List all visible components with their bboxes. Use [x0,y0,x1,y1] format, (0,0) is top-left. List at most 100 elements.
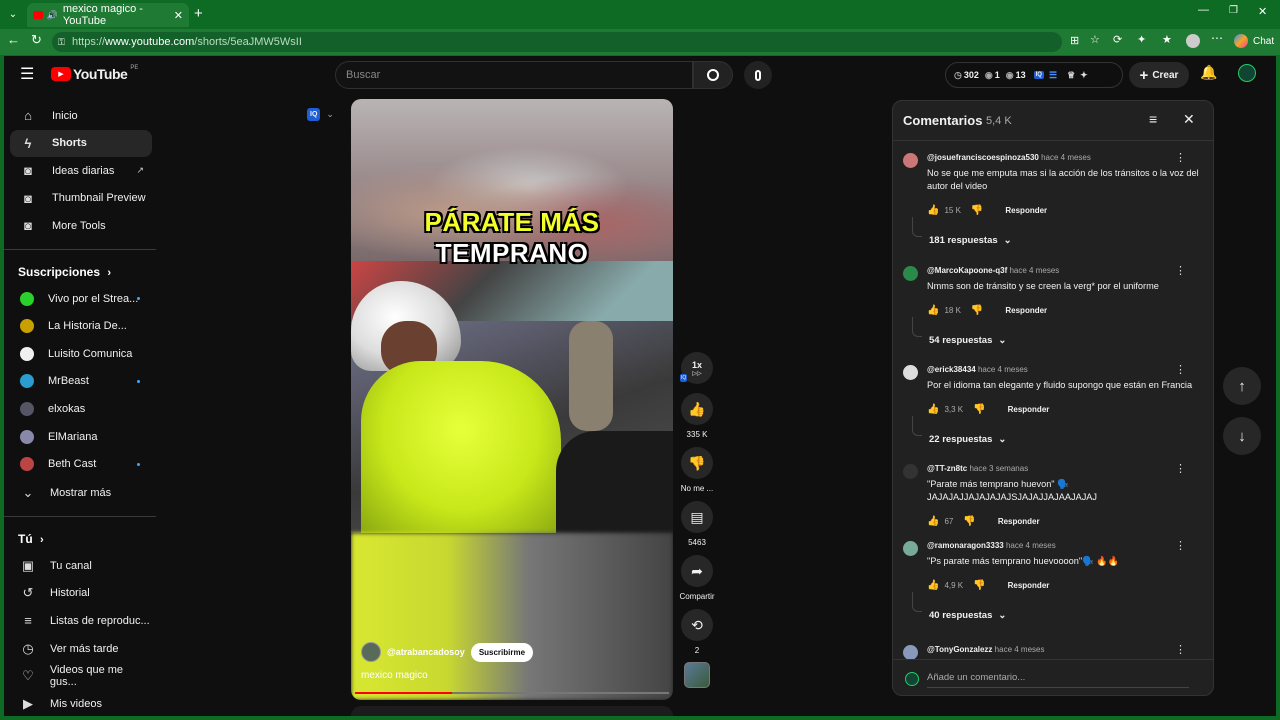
short-video[interactable]: PÁRATE MÁS TEMPRANO @atrabancadosoy Susc… [351,99,673,700]
maximize-button[interactable]: ❐ [1229,5,1238,16]
replies-toggle[interactable]: 181 respuestas ⌄ [929,235,1012,246]
subscription-item[interactable]: Beth Cast [10,451,152,478]
subscription-item[interactable]: ElMariana [10,423,152,450]
comment-menu-icon[interactable]: ⋮ [1175,462,1186,475]
reply-button[interactable]: Responder [1008,581,1050,590]
subscription-item[interactable]: Luisito Comunica [10,340,152,367]
dislike-button[interactable]: 👎 [681,447,713,479]
back-icon[interactable]: ← [7,32,20,47]
reply-button[interactable]: Responder [1005,206,1047,215]
like-button[interactable]: 👍 [681,393,713,425]
channel-name[interactable]: @atrabancadosoy [387,647,465,657]
replies-toggle[interactable]: 54 respuestas ⌄ [929,335,1006,346]
comment-author[interactable]: @ramonaragon3333 [927,541,1004,550]
next-short-button[interactable]: ↓ [1223,417,1261,455]
replies-toggle[interactable]: 40 respuestas ⌄ [929,610,1006,621]
thumbs-up-icon[interactable]: 👍 [927,580,939,591]
channel-avatar[interactable] [361,642,381,662]
profile-avatar[interactable] [1186,34,1200,48]
sidebar-item-more-tools[interactable]: ◙ More Tools [10,212,152,239]
minimize-button[interactable]: — [1198,4,1209,16]
menu-dots-icon[interactable]: ⋯ [1211,31,1223,45]
reply-button[interactable]: Responder [1005,306,1047,315]
thumbs-down-icon[interactable]: 👎 [973,404,985,415]
comments-button[interactable]: ▤ [681,501,713,533]
reply-button[interactable]: Responder [998,517,1040,526]
comment-author[interactable]: @erick38434 [927,365,976,374]
comment-author[interactable]: @josuefranciscoespinoza530 [927,153,1039,162]
sidebar-item-thumbnail-preview[interactable]: ◙ Thumbnail Preview [10,185,152,212]
sidebar-item-ideas-diarias[interactable]: ◙ Ideas diarias ↗ [10,157,152,184]
subscription-item[interactable]: elxokas [10,395,152,422]
comment-author[interactable]: @MarcoKapoone-q3f [927,266,1007,275]
remix-button[interactable]: ⟲ [681,609,713,641]
audio-icon[interactable]: 🔊 [47,10,58,21]
puzzle-icon[interactable]: ✦ [1137,33,1146,46]
extension-icon[interactable]: ⟳ [1113,33,1122,46]
comment-menu-icon[interactable]: ⋮ [1175,153,1186,164]
thumbs-down-icon[interactable]: 👎 [971,205,983,216]
subscription-item[interactable]: Vivo por el Strea... [10,285,152,312]
subscription-item[interactable]: MrBeast [10,368,152,395]
sidebar-item-you[interactable]: ≡ Listas de reproduc... [10,607,152,634]
sidebar-item-you[interactable]: ▶ Mis videos [10,691,152,717]
reload-icon[interactable]: ↻ [31,32,42,48]
search-box[interactable]: Buscar [335,61,693,89]
copilot-icon[interactable] [1234,34,1248,48]
comment-author[interactable]: @TonyGonzalezz [927,645,992,654]
comment-menu-icon[interactable]: ⋮ [1175,643,1186,656]
youtube-logo[interactable]: ▶ YouTube PE [51,65,138,82]
video-title[interactable]: mexico magico [361,670,428,681]
create-button[interactable]: + Crear [1129,62,1189,88]
tab-list-icon[interactable]: ⌄ [5,6,21,22]
iq-extension-badge[interactable]: IQ ⌄ [307,108,334,121]
comment-menu-icon[interactable]: ⋮ [1175,363,1186,376]
reply-button[interactable]: Responder [1008,405,1050,414]
collections-icon[interactable]: ★ [1162,33,1172,46]
new-tab-button[interactable]: + [194,5,203,22]
previous-short-button[interactable]: ↑ [1223,367,1261,405]
sidebar-item-you[interactable]: ♡ Videos que me gus... [10,663,152,690]
sidebar-item-inicio[interactable]: ⌂ Inicio [10,102,152,129]
comment-input[interactable]: Añade un comentario... [927,672,1025,683]
notifications-bell-icon[interactable]: 🔔 [1200,64,1217,81]
hamburger-menu-icon[interactable]: ☰ [20,64,34,84]
favorite-star-icon[interactable]: ☆ [1090,33,1100,46]
subscriptions-title[interactable]: Suscripciones › [18,265,111,279]
browser-tab[interactable]: 🔊 mexico magico - YouTube ✕ [27,3,189,27]
comment-menu-icon[interactable]: ⋮ [1175,539,1186,552]
progress-track[interactable] [355,692,669,694]
chat-label[interactable]: Chat [1253,36,1274,47]
url-field[interactable]: ⚿ https://www.youtube.com/shorts/5eaJMW5… [52,32,1062,52]
thumbs-up-icon[interactable]: 👍 [927,305,939,316]
thumbs-up-icon[interactable]: 👍 [927,404,939,415]
commenter-avatar[interactable] [903,153,918,168]
subscription-item[interactable]: La Historia De... [10,313,152,340]
thumbs-down-icon[interactable]: 👎 [963,516,975,527]
extensions-icon[interactable]: ⊞ [1070,34,1079,47]
extension-stats-bar[interactable]: ◷ 302 ◉ 1 ◉ 13 IQ ☰ ♕ ✦ [945,62,1123,88]
sidebar-item-you[interactable]: ↺ Historial [10,580,152,607]
you-title[interactable]: Tú › [18,532,44,546]
commenter-avatar[interactable] [903,541,918,556]
sort-icon[interactable]: ≡ [1149,111,1157,127]
commenter-avatar[interactable] [903,266,918,281]
comment-author[interactable]: @TT-zn8tc [927,464,967,473]
commenter-avatar[interactable] [903,464,918,479]
commenter-avatar[interactable] [903,645,918,660]
close-icon[interactable]: ✕ [1183,111,1195,128]
replies-toggle[interactable]: 22 respuestas ⌄ [929,434,1006,445]
account-avatar[interactable] [1238,64,1256,82]
thumbs-down-icon[interactable]: 👎 [973,580,985,591]
sidebar-item-you[interactable]: ▣ Tu canal [10,552,152,579]
sidebar-item-you[interactable]: ◷ Ver más tarde [10,635,152,662]
sidebar-item-shorts[interactable]: ϟ Shorts [10,129,152,157]
close-tab-icon[interactable]: ✕ [174,9,183,22]
thumbs-up-icon[interactable]: 👍 [927,205,939,216]
share-button[interactable]: ➦ [681,555,713,587]
comment-menu-icon[interactable]: ⋮ [1175,264,1186,277]
thumbs-down-icon[interactable]: 👎 [971,305,983,316]
voice-search-button[interactable] [744,61,772,89]
thumbs-up-icon[interactable]: 👍 [927,516,939,527]
show-more-button[interactable]: ⌄ Mostrar más [10,479,152,506]
